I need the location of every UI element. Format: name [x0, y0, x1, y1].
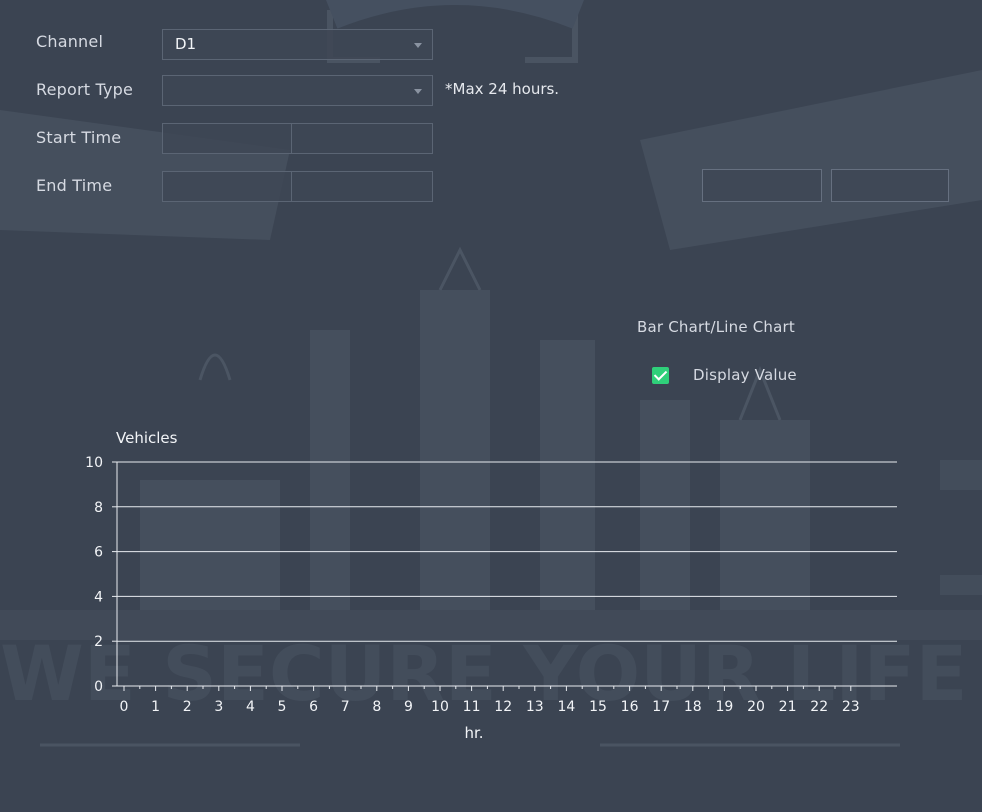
- x-tick-label: 8: [372, 699, 381, 715]
- x-tick-label: 6: [309, 699, 318, 715]
- x-tick-label: 13: [526, 699, 544, 715]
- x-tick-label: 21: [779, 699, 797, 715]
- y-tick-label: 2: [94, 634, 103, 650]
- y-tick-label: 10: [85, 455, 103, 471]
- vehicle-count-chart: Vehicles hr. 02468100 1 2 3 4 5 6 7 8 9 10 11 12 13 14…: [85, 429, 897, 742]
- x-tick-label: 17: [652, 699, 670, 715]
- x-tick-label: 2: [183, 699, 192, 715]
- y-axis-label: Vehicles: [116, 429, 178, 447]
- y-tick-label: 4: [94, 589, 103, 605]
- x-axis-label: hr.: [464, 724, 483, 742]
- x-tick-label: 11: [463, 699, 481, 715]
- x-tick-label: 15: [589, 699, 607, 715]
- x-tick-label: 7: [341, 699, 350, 715]
- x-tick-label: 18: [684, 699, 702, 715]
- x-tick-label: 10: [431, 699, 449, 715]
- y-tick-label: 8: [94, 500, 103, 516]
- x-tick-label: 9: [404, 699, 413, 715]
- x-tick-label: 22: [810, 699, 828, 715]
- y-tick-label: 0: [94, 679, 103, 695]
- x-tick-label: 19: [715, 699, 733, 715]
- x-tick-label: 3: [214, 699, 223, 715]
- x-tick-label: 20: [747, 699, 765, 715]
- x-tick-label: 16: [621, 699, 639, 715]
- x-tick-label: 1: [151, 699, 160, 715]
- x-tick-label: 23: [842, 699, 860, 715]
- x-tick-label: 14: [557, 699, 575, 715]
- y-tick-label: 6: [94, 545, 103, 561]
- x-tick-label: 0: [120, 699, 129, 715]
- x-tick-label: 12: [494, 699, 512, 715]
- x-tick-label: 4: [246, 699, 255, 715]
- x-tick-label: 5: [278, 699, 287, 715]
